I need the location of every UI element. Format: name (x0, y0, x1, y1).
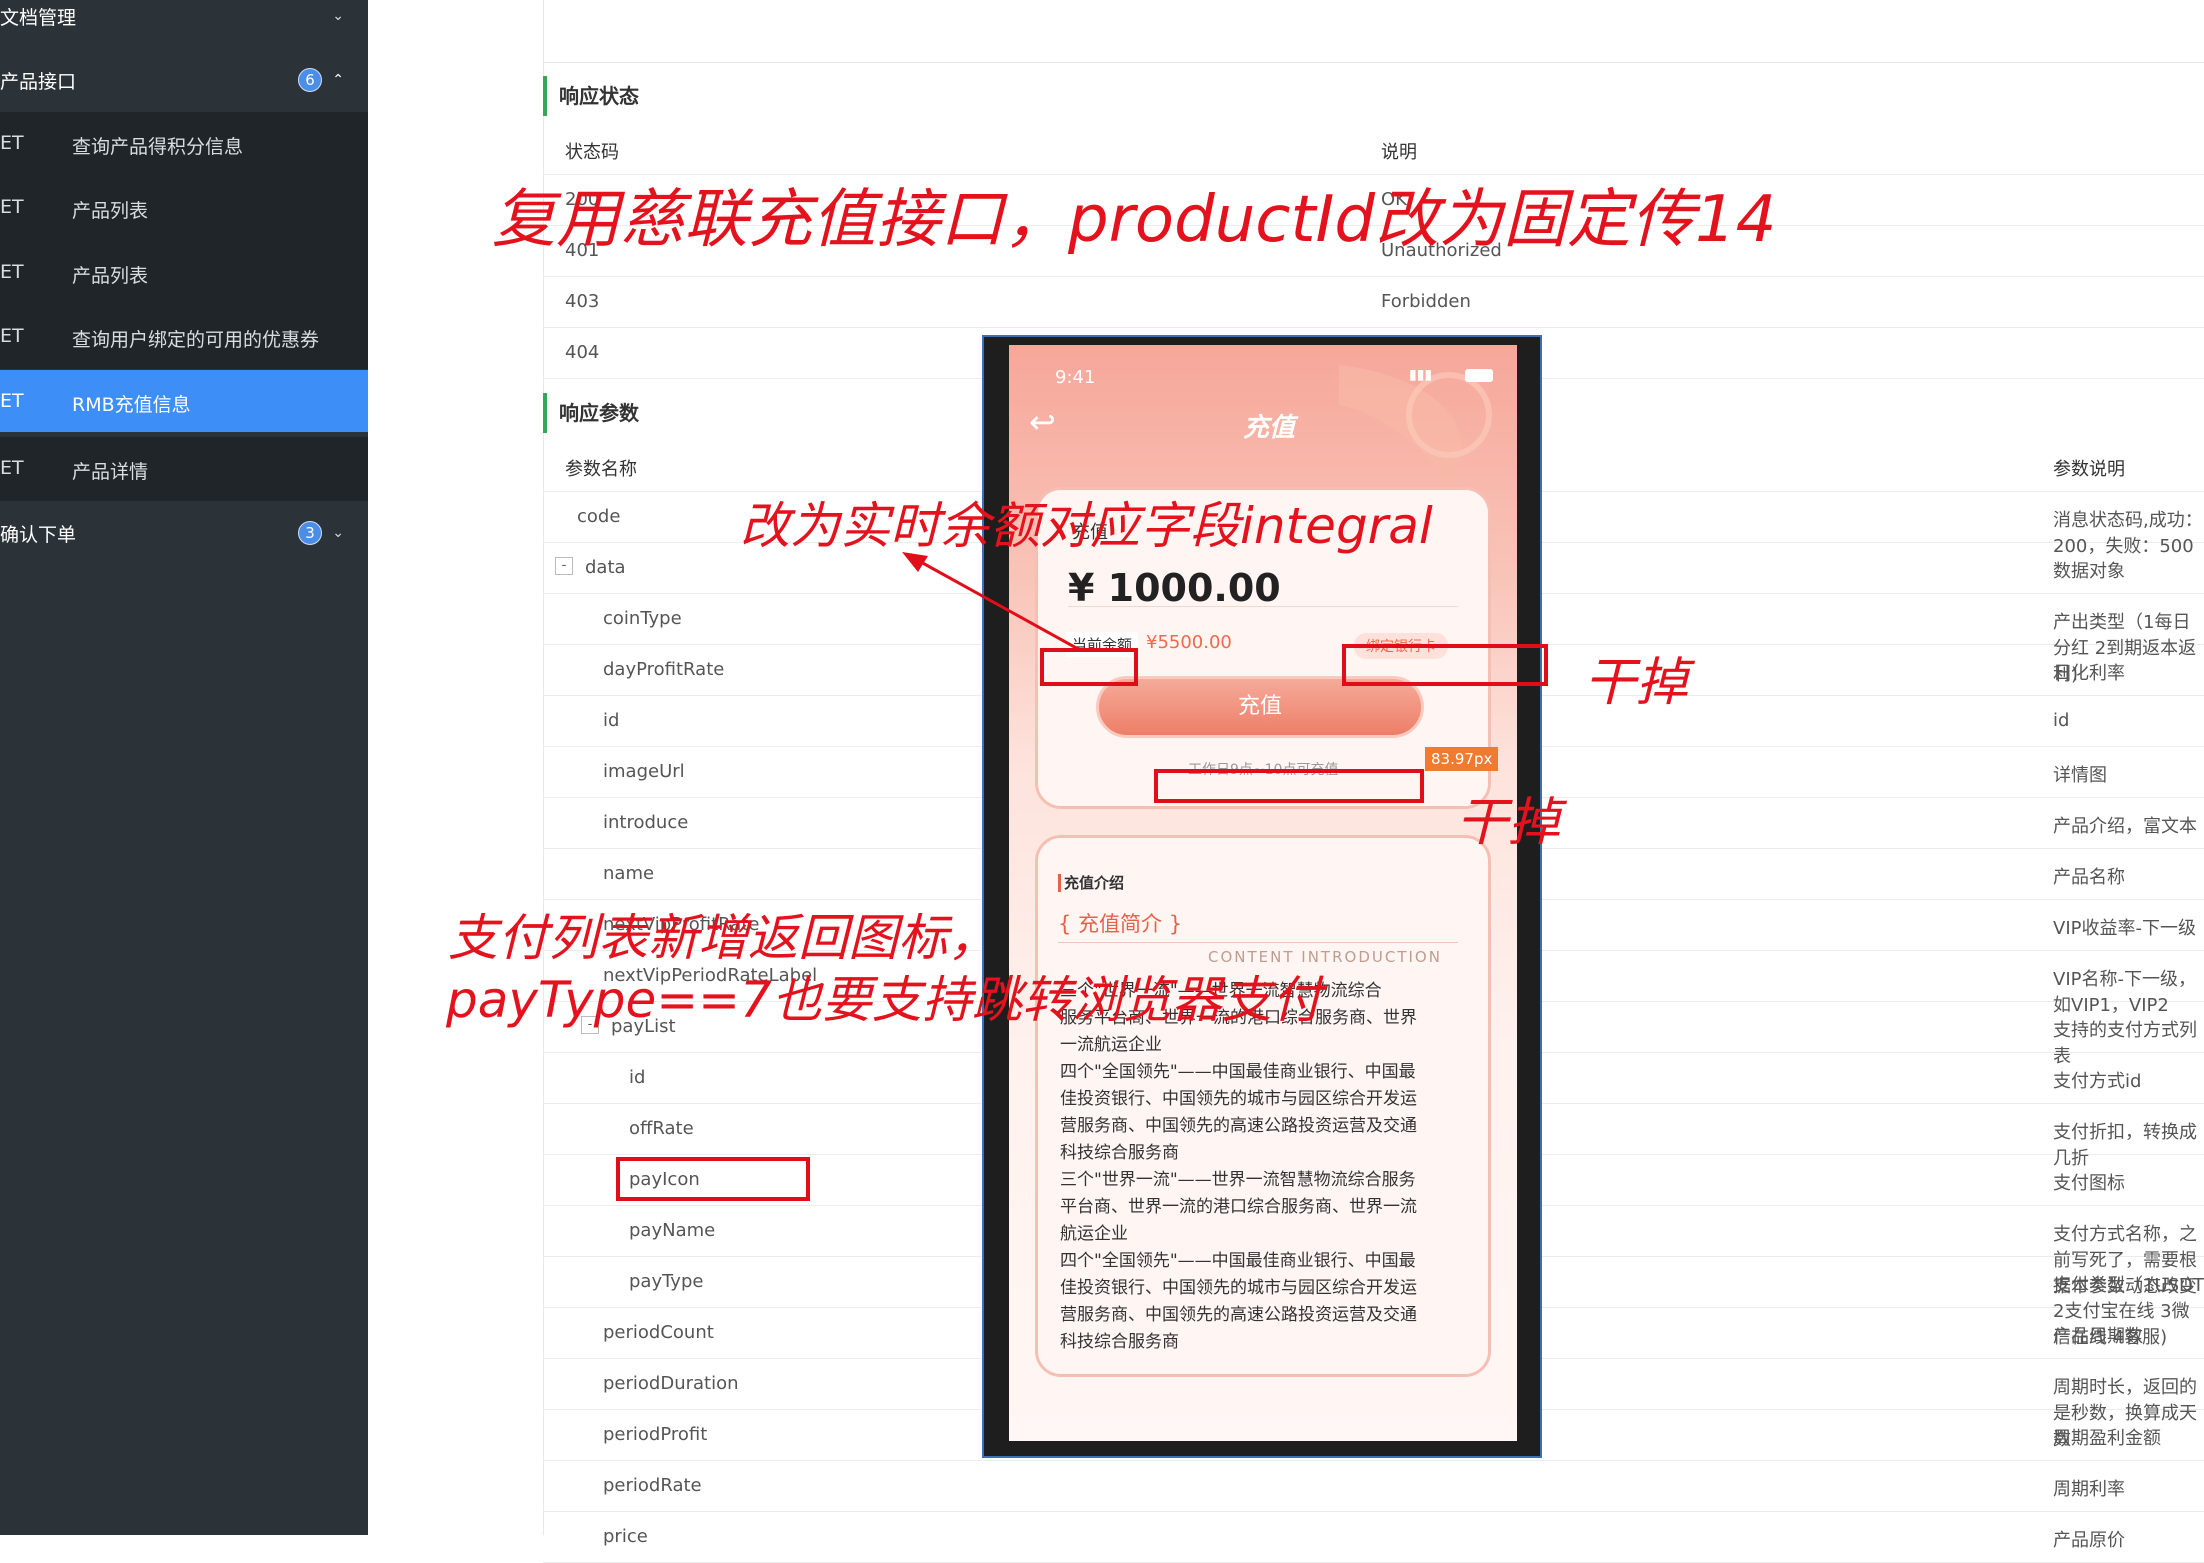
annotation-text: 改为实时余额对应字段integral (740, 497, 1433, 555)
annotation-text: payType==7也要支持跳转浏览器支付 (446, 971, 1322, 1029)
annotation-text: 干掉 (1456, 793, 1561, 853)
annotation-text: 干掉 (1584, 653, 1689, 713)
annotation-text: 复用慈联充值接口，productId改为固定传14 (492, 183, 1777, 257)
